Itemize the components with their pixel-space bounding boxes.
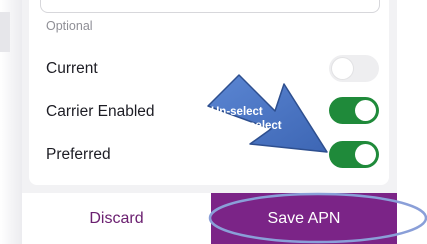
side-panel-tab [0, 12, 10, 52]
toggle-knob [355, 100, 376, 121]
side-panel-edge [0, 0, 22, 244]
current-toggle[interactable] [329, 55, 379, 82]
preferred-toggle[interactable] [329, 141, 379, 168]
annotation-text-line2: & Re-select [219, 120, 282, 132]
toggle-knob [332, 58, 353, 79]
carrier-enabled-label: Carrier Enabled [46, 103, 155, 120]
discard-button[interactable]: Discard [22, 193, 211, 244]
apn-edit-screen: Optional Current Carrier Enabled Preferr… [0, 0, 427, 244]
save-apn-button[interactable]: Save APN [211, 193, 397, 244]
text-field-bottom[interactable] [40, 0, 380, 13]
preferred-label: Preferred [46, 146, 111, 163]
toggle-knob [355, 144, 376, 165]
current-label: Current [46, 60, 98, 77]
field-helper-text: Optional [46, 19, 93, 33]
carrier-enabled-toggle[interactable] [329, 97, 379, 124]
annotation-text-line1: Un-select [211, 106, 263, 118]
